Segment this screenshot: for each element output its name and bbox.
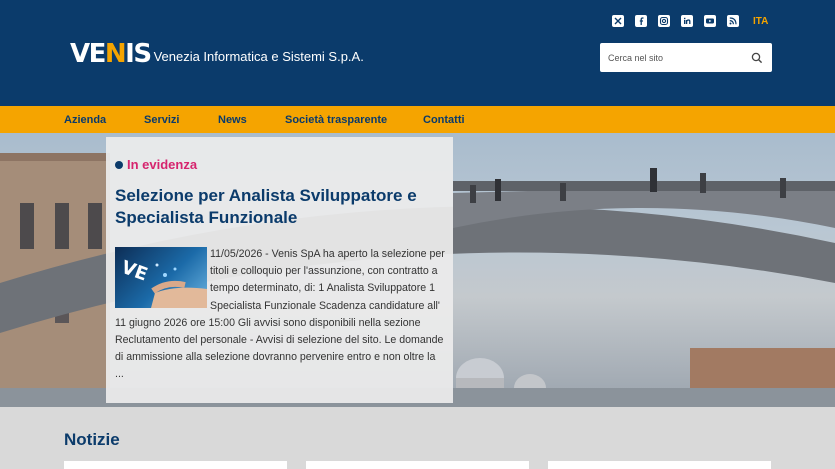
facebook-icon[interactable]: [635, 15, 647, 27]
news-card[interactable]: [548, 461, 771, 469]
notizie-heading: Notizie: [64, 430, 120, 449]
nav-item-azienda[interactable]: Azienda: [64, 114, 106, 126]
main-nav: Azienda Servizi News Società trasparente…: [0, 106, 835, 133]
instagram-icon[interactable]: [658, 15, 670, 27]
language-switch[interactable]: ITA: [753, 16, 768, 27]
nav-item-contatti[interactable]: Contatti: [423, 114, 465, 126]
featured-title[interactable]: Selezione per Analista Sviluppatore e Sp…: [115, 185, 440, 229]
logo-mark: VENIS: [70, 39, 152, 69]
news-card[interactable]: [64, 461, 287, 469]
logo-text: Venezia Informatica e Sistemi S.p.A.: [153, 49, 364, 64]
site-header: VENIS Venezia Informatica e Sistemi S.p.…: [0, 0, 835, 106]
news-card[interactable]: [306, 461, 529, 469]
linkedin-icon[interactable]: [681, 15, 693, 27]
badge-dot-icon: [115, 160, 123, 169]
nav-item-servizi[interactable]: Servizi: [144, 114, 179, 126]
search-icon[interactable]: [751, 51, 763, 69]
nav-item-news[interactable]: News: [218, 114, 247, 126]
rss-icon[interactable]: [727, 15, 739, 27]
nav-item-societa-trasparente[interactable]: Società trasparente: [285, 114, 387, 126]
logo[interactable]: VENIS Venezia Informatica e Sistemi S.p.…: [70, 39, 364, 69]
search-box: [600, 43, 772, 72]
social-links: ITA: [612, 15, 768, 27]
x-icon[interactable]: [612, 15, 624, 27]
youtube-icon[interactable]: [704, 15, 716, 27]
featured-excerpt: 11/05/2026 - Venis SpA ha aperto la sele…: [115, 248, 445, 381]
badge-label: In evidenza: [127, 157, 198, 172]
featured-badge: In evidenza: [115, 157, 197, 172]
search-input[interactable]: [608, 50, 738, 65]
featured-card: In evidenza Selezione per Analista Svilu…: [106, 137, 453, 403]
